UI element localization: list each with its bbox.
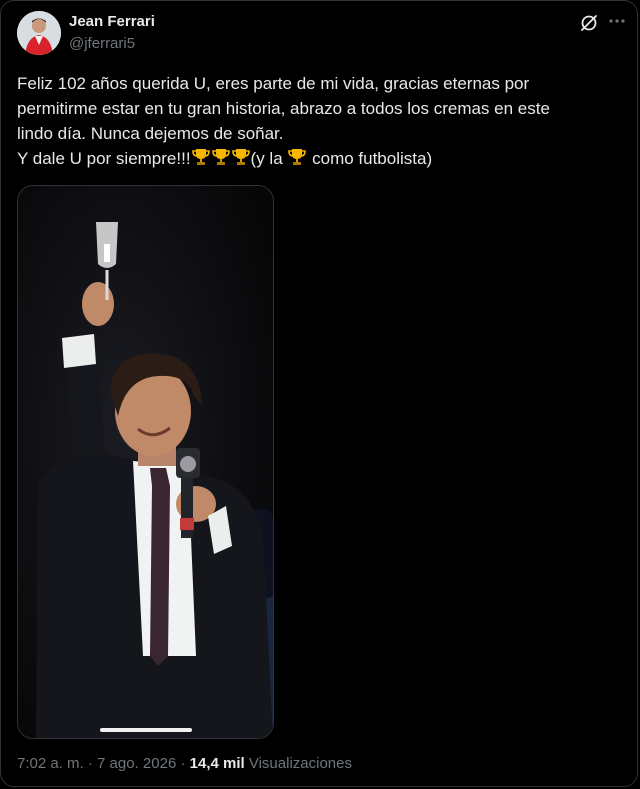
trophy-icon [287, 147, 307, 167]
views-label: Visualizaciones [248, 755, 352, 772]
trophy-icon [211, 147, 231, 167]
meta-separator: · [176, 755, 190, 772]
tweet-time[interactable]: 7:02 a. m. [17, 755, 84, 772]
tweet-card: Jean Ferrari @jferrari5 Feliz 102 años q… [0, 0, 638, 787]
author-handle[interactable]: @jferrari5 [69, 35, 135, 52]
tweet-line: Y dale U por siempre!!! [17, 149, 191, 168]
tweet-line: Feliz 102 años querida U, eres parte de … [17, 74, 530, 93]
avatar[interactable] [17, 11, 61, 55]
author-name[interactable]: Jean Ferrari [69, 13, 155, 30]
tweet-date[interactable]: 7 ago. 2026 [97, 755, 176, 772]
views-count: 14,4 mil [189, 755, 245, 772]
meta-separator: · [83, 755, 98, 772]
tweet-meta: 7:02 a. m. · 7 ago. 2026 · 14,4 mil Visu… [17, 755, 352, 772]
tweet-line: permitirme estar en tu gran historia, ab… [17, 99, 550, 118]
trophy-icon [231, 147, 251, 167]
tweet-photo[interactable] [17, 185, 274, 739]
home-indicator [100, 728, 192, 732]
tweet-line: lindo día. Nunca dejemos de soñar. [17, 124, 284, 143]
more-icon[interactable] [607, 11, 627, 31]
trophy-icon [191, 147, 211, 167]
tweet-text: Feliz 102 años querida U, eres parte de … [17, 71, 623, 171]
tweet-line: como futbolista) [307, 149, 433, 168]
tweet-line: (y la [250, 149, 288, 168]
grok-icon[interactable] [579, 13, 599, 33]
